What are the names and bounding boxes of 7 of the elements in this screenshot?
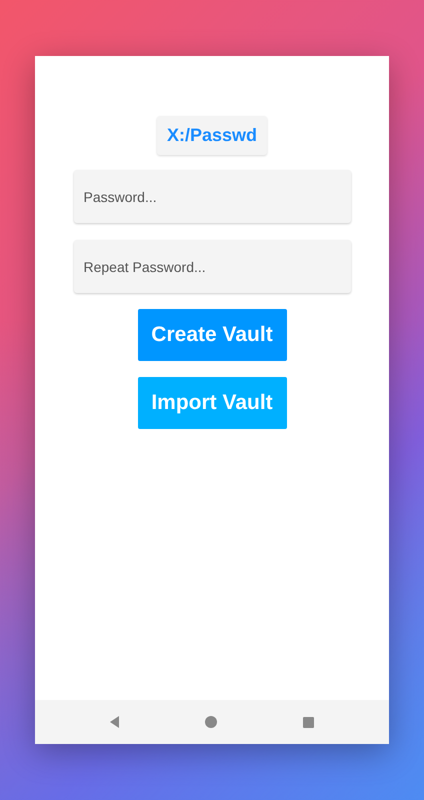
title-button[interactable]: X:/Passwd [156, 116, 268, 155]
home-icon[interactable] [204, 715, 218, 729]
vault-button[interactable]: Create Vault [138, 309, 286, 361]
vault-button[interactable]: Import Vault [138, 377, 286, 429]
password-field[interactable]: Password... [74, 170, 350, 223]
recents-icon[interactable] [301, 715, 315, 729]
password-field[interactable]: Repeat Password... [74, 240, 350, 293]
